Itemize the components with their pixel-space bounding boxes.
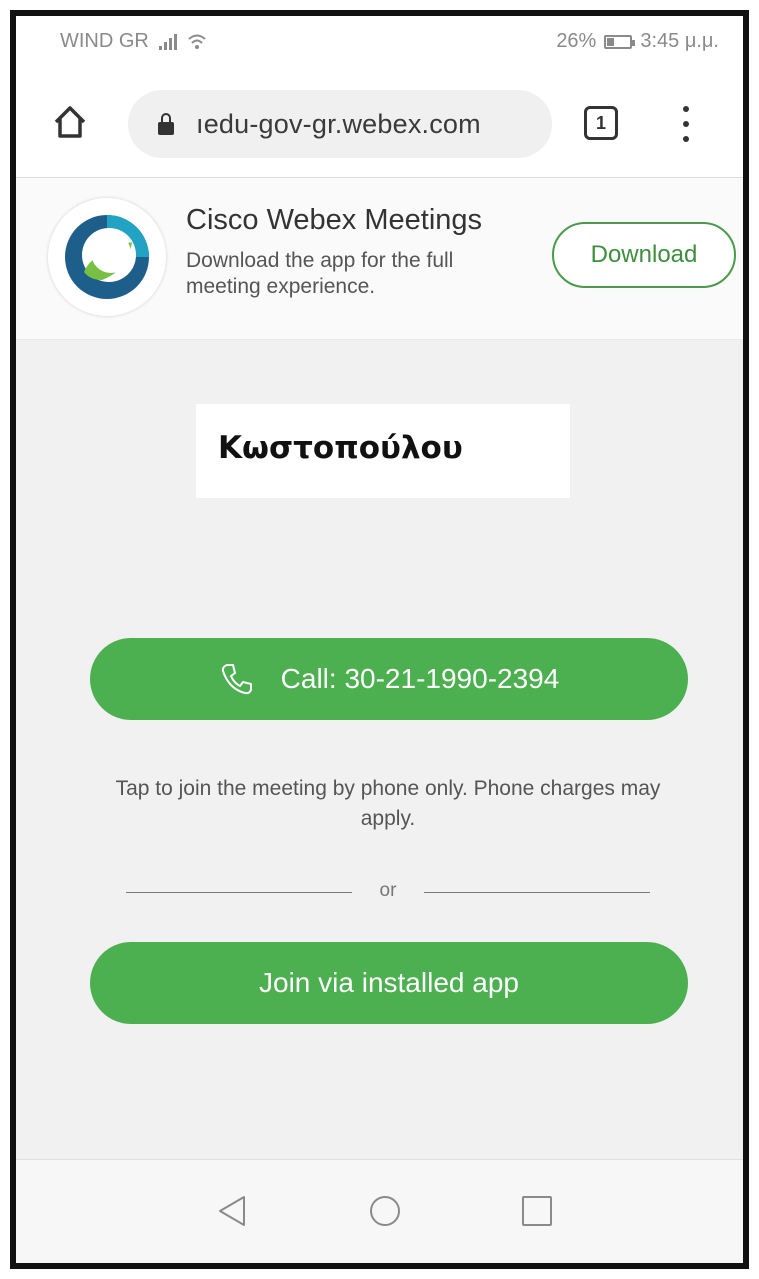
status-bar: WIND GR 26% 3:45 μ.μ. [16, 16, 743, 72]
lock-icon [158, 113, 174, 135]
url-text: ıedu-gov-gr.webex.com [196, 108, 481, 139]
banner-subtitle: Download the app for the full meeting ex… [186, 249, 454, 298]
app-install-banner: Cisco Webex Meetings Download the app fo… [16, 178, 743, 340]
status-left: WIND GR [60, 30, 207, 53]
nav-back-icon[interactable] [216, 1194, 248, 1228]
download-button[interactable]: Download [552, 222, 736, 288]
name-overlay: Κωστοπούλου [196, 404, 570, 498]
divider-text: or [379, 880, 397, 901]
divider-line-right [424, 892, 650, 893]
browser-toolbar: ıedu-gov-gr.webex.com 1 [16, 72, 743, 178]
overlay-name: Κωστοπούλου [218, 430, 463, 466]
phone-frame: WIND GR 26% 3:45 μ.μ. ıedu-gov-gr.webex.… [10, 10, 749, 1269]
webex-logo-icon [65, 215, 149, 299]
banner-title: Cisco Webex Meetings [186, 204, 483, 236]
battery-percent: 26% [556, 30, 597, 52]
tab-switcher-button[interactable]: 1 [584, 106, 618, 140]
nav-recents-icon[interactable] [522, 1196, 552, 1226]
phone-icon [221, 664, 252, 695]
call-label: Call: 30-21-1990-2394 [280, 663, 560, 694]
address-bar[interactable]: ıedu-gov-gr.webex.com [128, 90, 552, 158]
home-icon[interactable] [50, 102, 90, 142]
call-note: Tap to join the meeting by phone only. P… [115, 777, 661, 830]
carrier-name: WIND GR [60, 30, 149, 52]
more-vert-icon[interactable] [676, 102, 696, 146]
navigation-bar [16, 1159, 743, 1263]
clock: 3:45 μ.μ. [640, 30, 719, 52]
tab-count: 1 [595, 112, 606, 133]
status-right: 26% 3:45 μ.μ. [556, 30, 719, 53]
signal-icon [158, 33, 177, 50]
divider-line-left [126, 892, 352, 893]
nav-home-icon[interactable] [368, 1194, 402, 1228]
battery-icon [604, 34, 636, 49]
wifi-icon [188, 34, 206, 49]
call-button[interactable]: Call: 30-21-1990-2394 [90, 638, 688, 720]
or-divider: or [126, 880, 650, 904]
join-app-button[interactable]: Join via installed app [90, 942, 688, 1024]
webex-logo [48, 198, 166, 316]
